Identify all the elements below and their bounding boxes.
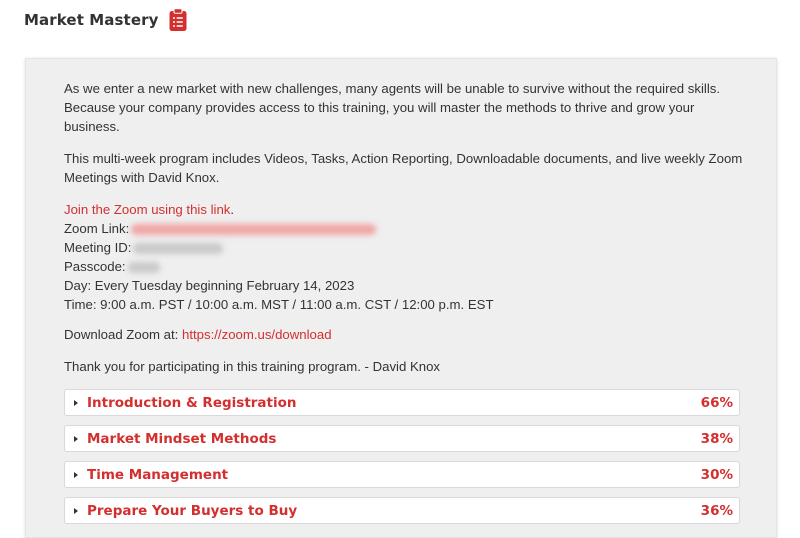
join-zoom-suffix: . bbox=[230, 202, 235, 217]
module-progress: 66% bbox=[700, 394, 733, 411]
meeting-id-redacted bbox=[133, 243, 224, 255]
join-zoom-link[interactable]: Join the Zoom using this link bbox=[64, 202, 230, 217]
module-title: Time Management bbox=[87, 466, 229, 483]
page-header: Market Mastery bbox=[24, 8, 188, 32]
module-title: Introduction & Registration bbox=[87, 394, 297, 411]
thanks-paragraph: Thank you for participating in this trai… bbox=[64, 359, 441, 374]
meeting-time: Time: 9:00 a.m. PST / 10:00 a.m. MST / 1… bbox=[64, 297, 494, 312]
zoom-link-redacted bbox=[131, 224, 377, 236]
zoom-link-label: Zoom Link: bbox=[64, 221, 130, 236]
module-title: Market Mindset Methods bbox=[87, 430, 277, 447]
course-card: As we enter a new market with new challe… bbox=[25, 58, 777, 538]
zoom-details: Join the Zoom using this link. Zoom Link… bbox=[64, 200, 744, 314]
passcode-redacted bbox=[127, 262, 160, 274]
module-progress: 38% bbox=[700, 430, 733, 447]
module-progress: 30% bbox=[700, 466, 733, 483]
meeting-day: Day: Every Tuesday beginning February 14… bbox=[64, 278, 355, 293]
module-market-mindset-methods[interactable]: Market Mindset Methods 38% bbox=[64, 425, 740, 452]
module-time-management[interactable]: Time Management 30% bbox=[64, 461, 740, 488]
download-zoom-line: Download Zoom at: https://zoom.us/downlo… bbox=[64, 325, 744, 344]
module-progress: 36% bbox=[700, 502, 733, 519]
caret-right-icon bbox=[74, 435, 78, 442]
page-title: Market Mastery bbox=[24, 11, 159, 29]
meeting-id-label: Meeting ID: bbox=[64, 240, 132, 255]
module-title: Prepare Your Buyers to Buy bbox=[87, 502, 298, 519]
download-zoom-link[interactable]: https://zoom.us/download bbox=[182, 327, 332, 342]
download-label: Download Zoom at: bbox=[64, 327, 183, 342]
intro-paragraph: As we enter a new market with new challe… bbox=[64, 81, 721, 134]
caret-right-icon bbox=[74, 471, 78, 478]
caret-right-icon bbox=[74, 399, 78, 406]
module-prepare-buyers[interactable]: Prepare Your Buyers to Buy 36% bbox=[64, 497, 740, 524]
caret-right-icon bbox=[74, 507, 78, 514]
clipboard-list-icon bbox=[168, 8, 188, 32]
passcode-label: Passcode: bbox=[64, 259, 126, 274]
program-paragraph: This multi-week program includes Videos,… bbox=[64, 151, 743, 185]
module-introduction-registration[interactable]: Introduction & Registration 66% bbox=[64, 389, 740, 416]
